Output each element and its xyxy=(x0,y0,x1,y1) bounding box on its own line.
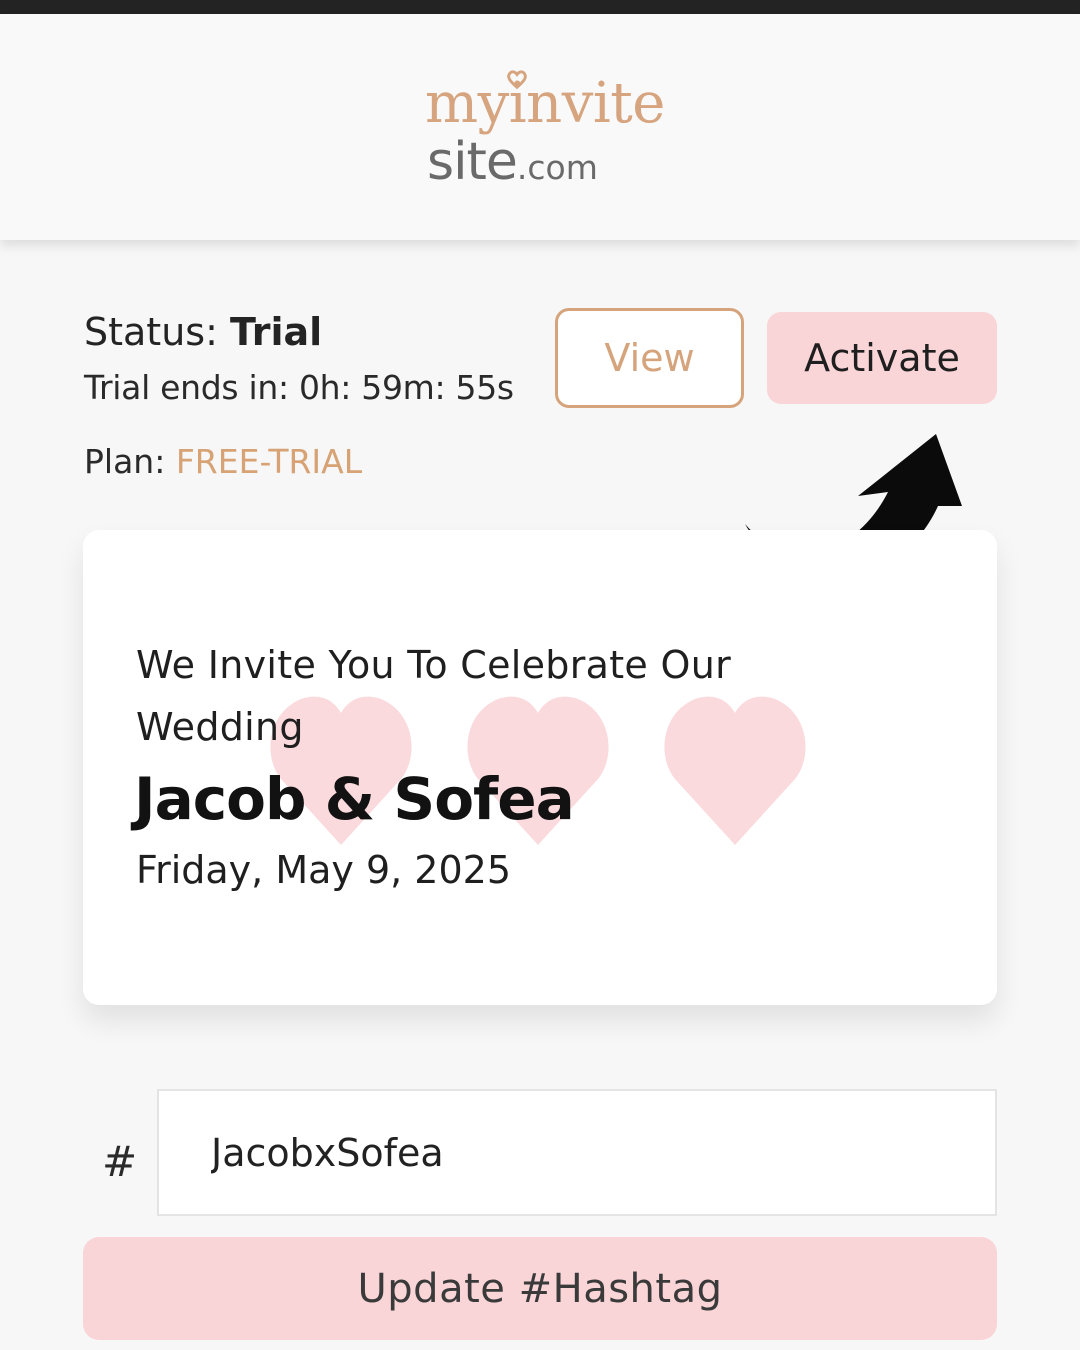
trial-countdown: Trial ends in: 0h: 59m: 55s xyxy=(84,368,514,407)
plan-value: FREE-TRIAL xyxy=(175,442,363,481)
view-button[interactable]: View xyxy=(555,308,744,408)
invitation-card[interactable]: We Invite You To Celebrate Our Wedding J… xyxy=(83,530,997,1005)
activate-button[interactable]: Activate xyxy=(767,312,997,404)
logo-site-text: site xyxy=(427,132,518,192)
hash-symbol: # xyxy=(102,1137,138,1186)
status-value: Trial xyxy=(229,310,323,354)
logo-line-secondary: site.com xyxy=(427,132,598,198)
site-header: myinvite site.com xyxy=(0,14,1080,240)
couple-names: Jacob & Sofea xyxy=(134,765,575,833)
status-label: Status: xyxy=(84,310,230,354)
invitation-intro: We Invite You To Celebrate Our Wedding xyxy=(136,643,732,749)
top-status-strip xyxy=(0,0,1080,14)
status-row: Status: Trial xyxy=(84,308,322,356)
update-hashtag-button[interactable]: Update #Hashtag xyxy=(83,1237,997,1340)
plan-label: Plan: xyxy=(84,442,176,481)
hashtag-input[interactable] xyxy=(157,1089,997,1216)
plan-row: Plan: FREE-TRIAL xyxy=(84,440,362,484)
site-logo[interactable]: myinvite site.com xyxy=(425,70,665,202)
logo-domain-suffix: .com xyxy=(516,148,598,187)
logo-heart-icon xyxy=(507,70,527,90)
logo-line-primary: myinvite xyxy=(425,71,665,136)
wedding-date: Friday, May 9, 2025 xyxy=(136,848,512,892)
